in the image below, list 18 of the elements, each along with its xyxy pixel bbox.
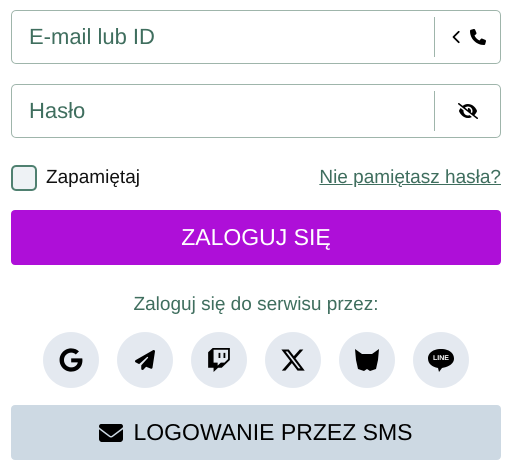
sms-button-label: LOGOWANIE PRZEZ SMS bbox=[133, 419, 412, 446]
fox-icon bbox=[354, 348, 380, 372]
google-icon bbox=[59, 348, 83, 372]
phone-icon bbox=[470, 29, 486, 45]
email-field[interactable]: E-mail lub ID bbox=[12, 11, 434, 63]
email-field-frame[interactable]: E-mail lub ID bbox=[11, 10, 501, 64]
paper-plane-icon bbox=[135, 350, 155, 370]
remember-label: Zapamiętaj bbox=[46, 167, 140, 189]
eye-slash-icon bbox=[458, 101, 478, 121]
remember-checkbox[interactable] bbox=[11, 165, 37, 191]
twitch-icon bbox=[207, 348, 231, 372]
password-field-frame[interactable]: Hasło bbox=[11, 84, 501, 138]
sms-login-button[interactable]: LOGOWANIE PRZEZ SMS bbox=[11, 405, 501, 460]
login-button[interactable]: ZALOGUJ SIĘ bbox=[11, 210, 501, 265]
x-icon bbox=[280, 347, 306, 373]
social-heading: Zaloguj się do serwisu przez: bbox=[134, 294, 378, 316]
password-field[interactable]: Hasło bbox=[12, 85, 434, 137]
forgot-password-link[interactable]: Nie pamiętasz hasła? bbox=[319, 167, 501, 189]
